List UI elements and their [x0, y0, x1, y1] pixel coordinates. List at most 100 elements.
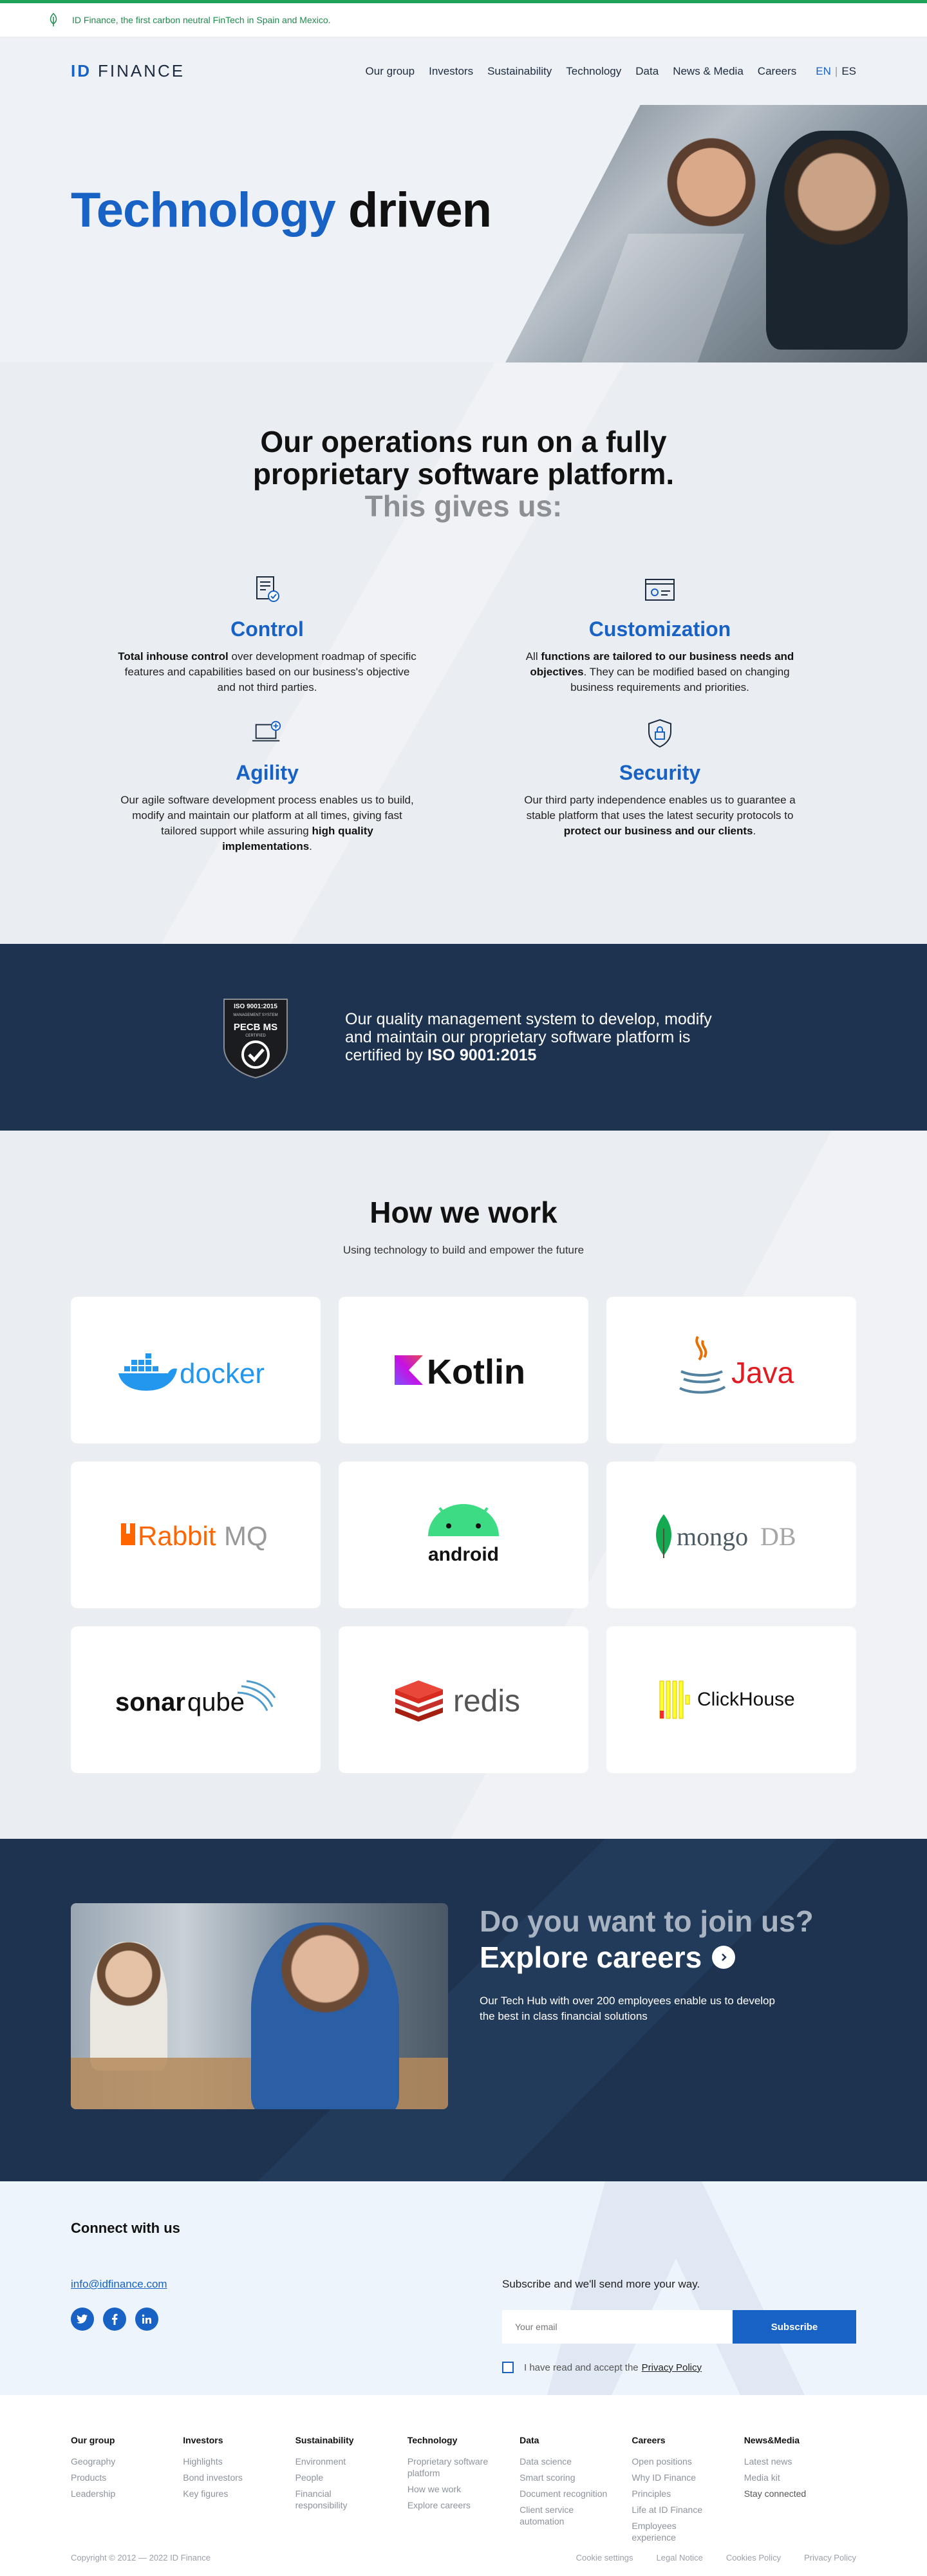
privacy-policy-link[interactable]: Privacy Policy — [642, 2362, 702, 2373]
privacy-consent[interactable]: I have read and accept the Privacy Polic… — [502, 2362, 702, 2373]
nav-data[interactable]: Data — [635, 65, 659, 78]
footer-link[interactable]: Document recognition — [520, 2488, 610, 2499]
footer-link[interactable]: Why ID Finance — [632, 2472, 722, 2483]
banner-text: ID Finance, the first carbon neutral Fin… — [72, 15, 331, 25]
consent-checkbox[interactable] — [502, 2362, 514, 2373]
footer-link[interactable]: Employees experience — [632, 2520, 722, 2543]
hero-title-dark: driven — [348, 183, 492, 238]
feature-text: Total inhouse control over development r… — [118, 650, 417, 693]
footer-column-investors: Investors Highlights Bond investors Key … — [183, 2435, 295, 2548]
how-title: How we work — [370, 1196, 557, 1229]
footer-link[interactable]: Smart scoring — [520, 2472, 610, 2483]
how-we-work: How we work Using technology to build an… — [0, 1131, 927, 1839]
facebook-icon[interactable] — [103, 2308, 126, 2331]
footer-link[interactable]: Products — [71, 2472, 161, 2483]
svg-text:redis: redis — [453, 1684, 520, 1718]
svg-text:qube: qube — [187, 1688, 245, 1716]
iso-certification: ISO 9001:2015 MANAGEMENT SYSTEM PECB MS … — [0, 944, 927, 1131]
svg-text:ClickHouse: ClickHouse — [697, 1689, 795, 1710]
footer-link[interactable]: Highlights — [183, 2456, 273, 2467]
nav-sustainability[interactable]: Sustainability — [487, 65, 552, 78]
lang-es[interactable]: ES — [841, 65, 856, 78]
footer-link[interactable]: Stay connected — [744, 2488, 834, 2499]
subscribe-button[interactable]: Subscribe — [733, 2310, 856, 2344]
footer-link[interactable]: Financial responsibility — [295, 2488, 386, 2511]
lang-en[interactable]: EN — [816, 65, 831, 78]
footer-link[interactable]: Leadership — [71, 2488, 161, 2499]
nav-careers[interactable]: Careers — [758, 65, 796, 78]
platform-benefits: Our operations run on a fully proprietar… — [0, 362, 927, 944]
site-footer: Our group Geography Products Leadership … — [0, 2395, 927, 2576]
footer-link[interactable]: Client service automation — [520, 2504, 610, 2527]
footer-link[interactable]: Open positions — [632, 2456, 722, 2467]
main-nav: Our group Investors Sustainability Techn… — [366, 65, 856, 78]
site-header: ID FINANCE Our group Investors Sustainab… — [0, 37, 927, 105]
kotlin-logo-icon: Kotlin — [395, 1353, 525, 1391]
footer-link[interactable]: How we work — [407, 2483, 498, 2495]
svg-text:sonar: sonar — [115, 1688, 185, 1716]
social-links — [71, 2308, 158, 2331]
logo-card-clickhouse: ClickHouse — [606, 1626, 856, 1773]
logo[interactable]: ID FINANCE — [71, 61, 185, 81]
footer-link[interactable]: Media kit — [744, 2472, 834, 2483]
logo-card-java: Java — [606, 1297, 856, 1443]
footer-link[interactable]: Life at ID Finance — [632, 2504, 722, 2515]
footer-column-news-media: News&Media Latest news Media kit Stay co… — [744, 2435, 856, 2548]
svg-text:Kotlin: Kotlin — [427, 1353, 525, 1391]
footer-column-title[interactable]: Our group — [71, 2435, 183, 2445]
svg-text:docker: docker — [180, 1358, 265, 1389]
footer-column-title[interactable]: News&Media — [744, 2435, 856, 2445]
arrow-right-icon[interactable] — [712, 1946, 736, 1969]
footer-link[interactable]: People — [295, 2472, 386, 2483]
nav-our-group[interactable]: Our group — [366, 65, 415, 78]
contact-email-link[interactable]: info@idfinance.com — [71, 2278, 167, 2291]
footer-column-title[interactable]: Investors — [183, 2435, 295, 2445]
linkedin-icon[interactable] — [135, 2308, 158, 2331]
nav-news-media[interactable]: News & Media — [673, 65, 744, 78]
footer-column-title[interactable]: Data — [520, 2435, 632, 2445]
rabbitmq-logo-icon: Rabbit MQ — [121, 1521, 268, 1551]
feature-title: Control — [230, 617, 304, 641]
hero: Technology driven — [0, 105, 927, 362]
footer-link[interactable]: Geography — [71, 2456, 161, 2467]
iso-badge-icon: ISO 9001:2015 MANAGEMENT SYSTEM PECB MS … — [223, 999, 288, 1079]
legal-links: Cookie settings Legal Notice Cookies Pol… — [576, 2553, 856, 2562]
laptop-icon — [251, 717, 283, 749]
footer-column-sustainability: Sustainability Environment People Financ… — [295, 2435, 407, 2548]
svg-text:mongo: mongo — [677, 1522, 748, 1551]
privacy-policy-footer-link[interactable]: Privacy Policy — [804, 2553, 856, 2562]
connect-section: Connect with us info@idfinance.com Subsc… — [0, 2181, 927, 2395]
document-check-icon — [251, 574, 283, 606]
footer-column-technology: Technology Proprietary software platform… — [407, 2435, 520, 2548]
footer-link[interactable]: Data science — [520, 2456, 610, 2467]
subscribe-email-input[interactable] — [502, 2310, 733, 2344]
hero-title: Technology driven — [71, 182, 492, 238]
careers-photo — [71, 1903, 448, 2109]
footer-column-title[interactable]: Technology — [407, 2435, 520, 2445]
nav-investors[interactable]: Investors — [429, 65, 473, 78]
cookies-policy-link[interactable]: Cookies Policy — [726, 2553, 781, 2562]
footer-link[interactable]: Latest news — [744, 2456, 834, 2467]
footer-link[interactable]: Proprietary software platform — [407, 2456, 498, 2479]
explore-careers-link[interactable]: Explore careers — [480, 1939, 814, 1975]
footer-link[interactable]: Principles — [632, 2488, 722, 2499]
footer-column-title[interactable]: Sustainability — [295, 2435, 407, 2445]
footer-link[interactable]: Environment — [295, 2456, 386, 2467]
logo-card-docker: docker — [71, 1297, 321, 1443]
cookie-settings-link[interactable]: Cookie settings — [576, 2553, 633, 2562]
legal-notice-link[interactable]: Legal Notice — [657, 2553, 703, 2562]
twitter-icon[interactable] — [71, 2308, 94, 2331]
nav-technology[interactable]: Technology — [566, 65, 621, 78]
feature-text: Our third party independence enables us … — [524, 794, 796, 837]
java-logo-icon: Java — [679, 1336, 794, 1394]
svg-text:MQ: MQ — [224, 1521, 268, 1551]
footer-column-title[interactable]: Careers — [632, 2435, 744, 2445]
footer-link[interactable]: Bond investors — [183, 2472, 273, 2483]
copyright: Copyright © 2012 — 2022 ID Finance — [71, 2553, 211, 2562]
footer-link[interactable]: Explore careers — [407, 2499, 498, 2511]
logo-card-rabbitmq: Rabbit MQ — [71, 1462, 321, 1608]
footer-link[interactable]: Key figures — [183, 2488, 273, 2499]
benefits-heading-line2: proprietary software platform. — [252, 457, 675, 491]
svg-text:Rabbit: Rabbit — [138, 1521, 216, 1551]
lang-separator: | — [834, 64, 838, 77]
